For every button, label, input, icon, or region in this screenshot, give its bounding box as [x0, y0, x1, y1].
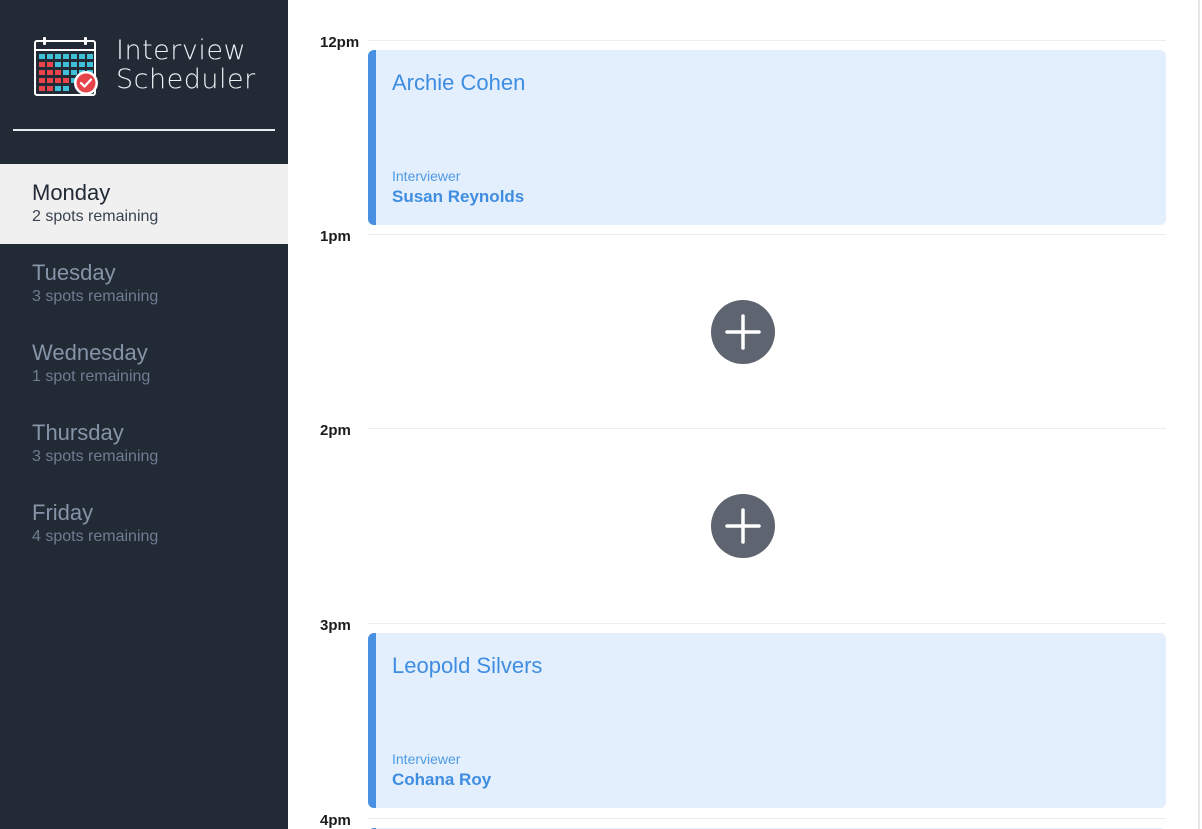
slot-divider [368, 818, 1166, 819]
day-item-friday[interactable]: Friday 4 spots remaining [0, 484, 288, 564]
time-slot-4pm: 4pm [288, 778, 1198, 829]
student-name: Leopold Silvers [392, 653, 543, 678]
slot-time-label: 2pm [320, 422, 351, 439]
time-slot-3pm: 3pm Leopold Silvers Interviewer Cohana R… [288, 583, 1198, 808]
day-item-wednesday[interactable]: Wednesday 1 spot remaining [0, 324, 288, 404]
day-name: Monday [32, 180, 111, 205]
plus-icon [725, 508, 761, 544]
window-edge [1198, 0, 1200, 829]
sidebar-divider [13, 129, 275, 131]
day-list: Monday 2 spots remaining Tuesday 3 spots… [0, 164, 288, 564]
app-title-line-2: Scheduler [116, 64, 256, 95]
calendar-check-icon [34, 37, 98, 96]
add-appointment-button[interactable] [711, 300, 775, 364]
slot-time-label: 12pm [320, 34, 360, 51]
day-spots-remaining: 3 spots remaining [32, 448, 159, 465]
sidebar: Interview Scheduler Monday 2 spots remai… [0, 0, 288, 829]
time-slot-1pm: 1pm [288, 194, 1198, 388]
day-spots-remaining: 1 spot remaining [32, 368, 151, 385]
schedule: 12pm Archie Cohen Interviewer Susan Reyn… [288, 0, 1198, 829]
time-slot-12pm: 12pm Archie Cohen Interviewer Susan Reyn… [288, 0, 1198, 225]
brand: Interview Scheduler [34, 36, 256, 98]
time-slot-2pm: 2pm [288, 388, 1198, 582]
add-appointment-button[interactable] [711, 494, 775, 558]
day-item-thursday[interactable]: Thursday 3 spots remaining [0, 404, 288, 484]
student-name: Archie Cohen [392, 70, 526, 95]
slot-divider [368, 40, 1166, 41]
day-item-tuesday[interactable]: Tuesday 3 spots remaining [0, 244, 288, 324]
day-item-monday[interactable]: Monday 2 spots remaining [0, 164, 288, 244]
day-name: Friday [32, 500, 94, 525]
slot-time-label: 4pm [320, 812, 351, 829]
slot-divider [368, 428, 1166, 429]
app-title-line-1: Interview [116, 35, 247, 66]
plus-icon [725, 314, 761, 350]
app-title: Interview Scheduler [116, 36, 256, 94]
slot-divider [368, 234, 1166, 235]
interviewer-label: Interviewer [392, 168, 461, 184]
day-spots-remaining: 2 spots remaining [32, 208, 159, 225]
day-name: Tuesday [32, 260, 116, 285]
app-window: Interview Scheduler Monday 2 spots remai… [0, 0, 1202, 829]
day-name: Thursday [32, 420, 124, 445]
slot-divider [368, 623, 1166, 624]
day-name: Wednesday [32, 340, 148, 365]
slot-time-label: 3pm [320, 617, 351, 634]
day-spots-remaining: 4 spots remaining [32, 528, 159, 545]
slot-time-label: 1pm [320, 228, 351, 245]
day-spots-remaining: 3 spots remaining [32, 288, 159, 305]
interviewer-label: Interviewer [392, 751, 461, 767]
